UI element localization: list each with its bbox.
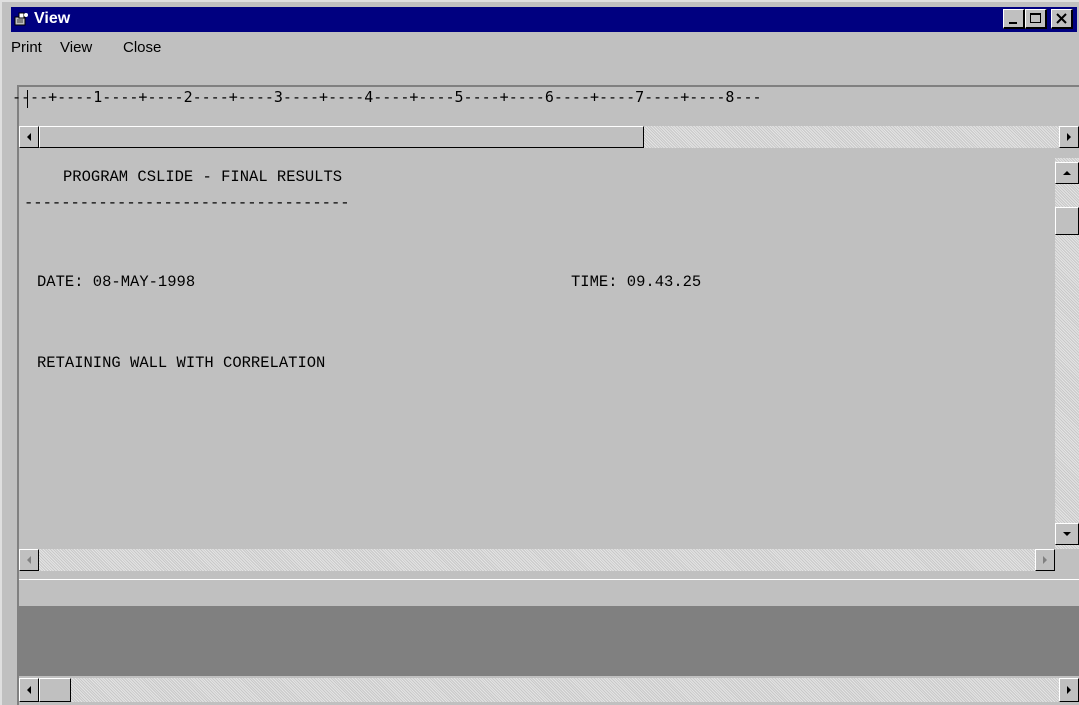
report-vscroll[interactable]	[1055, 158, 1079, 549]
minimize-icon	[1009, 22, 1017, 24]
arrow-left-icon	[27, 686, 31, 694]
report-hscroll[interactable]	[19, 549, 1055, 571]
scroll-up-button[interactable]	[1055, 162, 1079, 184]
arrow-left-icon	[27, 556, 31, 564]
heading-underline: -----------------------------------	[24, 194, 350, 212]
app-icon[interactable]	[13, 11, 31, 27]
ruler-hscroll[interactable]	[19, 126, 1079, 148]
status-strip	[19, 579, 1079, 606]
report-scroll-right-button[interactable]	[1035, 549, 1055, 571]
arrow-down-icon	[1063, 532, 1071, 536]
bottom-scroll-right-button[interactable]	[1059, 678, 1079, 702]
ruler-scroll-thumb[interactable]	[39, 126, 644, 148]
bottom-scroll-left-button[interactable]	[19, 678, 39, 702]
bottom-scroll-thumb[interactable]	[39, 678, 71, 702]
report-date: DATE: 08-MAY-1998	[37, 273, 196, 291]
report-heading: PROGRAM CSLIDE - FINAL RESULTS	[63, 168, 343, 186]
report-view[interactable]: PROGRAM CSLIDE - FINAL RESULTS ---------…	[19, 156, 1055, 549]
arrow-right-icon	[1067, 133, 1071, 141]
report-subject: RETAINING WALL WITH CORRELATION	[37, 354, 326, 372]
menu-print[interactable]: Print	[11, 39, 42, 56]
ruler-scroll-right-button[interactable]	[1059, 126, 1079, 148]
ruler-cursor	[27, 90, 28, 108]
view-window: View Print View Close ----+----1----+---…	[0, 0, 1079, 705]
arrow-left-icon	[27, 133, 31, 141]
report-scroll-left-button[interactable]	[19, 549, 39, 571]
close-icon	[1056, 13, 1067, 24]
arrow-up-icon	[1063, 171, 1071, 175]
minimize-button[interactable]	[1003, 9, 1025, 29]
scroll-down-button[interactable]	[1055, 523, 1079, 545]
maximize-button[interactable]	[1025, 9, 1047, 29]
vscroll-thumb[interactable]	[1055, 207, 1079, 235]
menu-close[interactable]: Close	[123, 39, 161, 56]
close-button[interactable]	[1051, 9, 1073, 29]
arrow-right-icon	[1043, 556, 1047, 564]
menu-view[interactable]: View	[60, 39, 92, 56]
bottom-hscroll[interactable]	[19, 678, 1079, 702]
ruler-scroll-left-button[interactable]	[19, 126, 39, 148]
size-grip	[1055, 549, 1079, 579]
maximize-icon	[1030, 13, 1041, 23]
title-bar[interactable]: View	[11, 7, 1077, 32]
lower-panel	[19, 606, 1079, 676]
column-ruler: ----+----1----+----2----+----3----+----4…	[12, 88, 762, 106]
report-time: TIME: 09.43.25	[571, 273, 702, 291]
arrow-right-icon	[1067, 686, 1071, 694]
window-title: View	[34, 10, 71, 27]
